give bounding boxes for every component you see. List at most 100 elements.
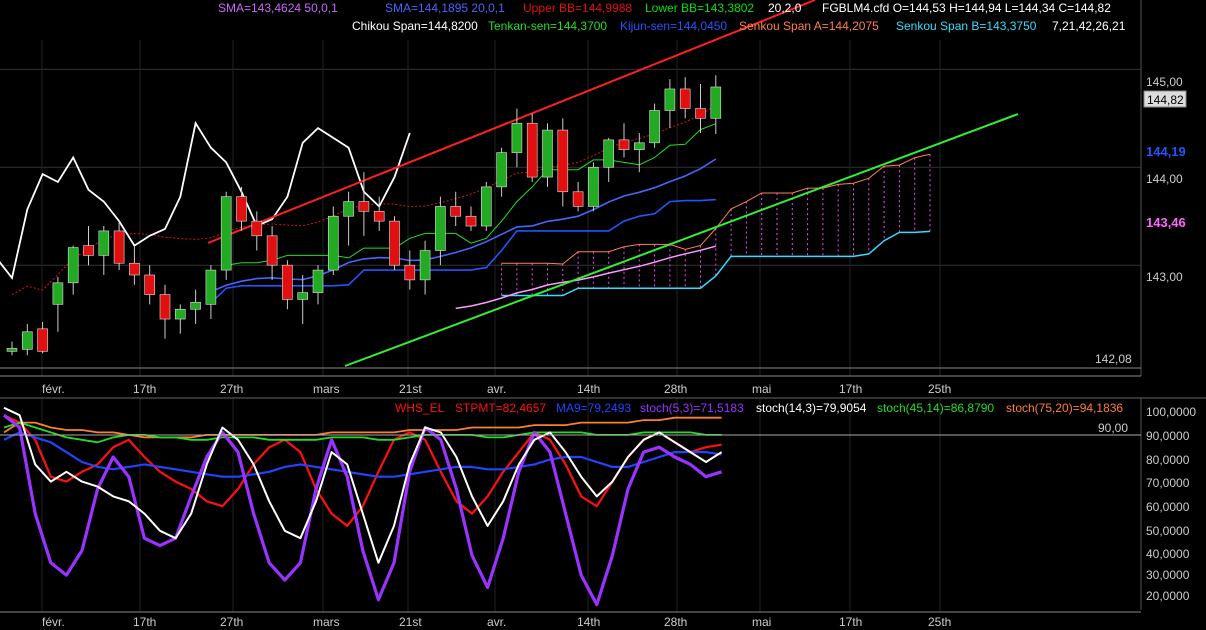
- price-tick-145: 145,00: [1146, 75, 1183, 89]
- x-label: mars: [313, 382, 340, 396]
- candle-down: [236, 196, 247, 222]
- osc-tick: 80,0000: [1146, 453, 1190, 467]
- legend-stpmt: STPMT=82,4657: [455, 401, 546, 415]
- legend-oscillator: WHS_EL STPMT=82,4657 MA9=79,2493 stoch(5…: [395, 401, 1123, 415]
- legend-bb-params: 20,2,0: [768, 1, 802, 15]
- candle-up: [312, 269, 324, 293]
- candle-down: [404, 264, 416, 281]
- legend-whs: WHS_EL: [395, 401, 445, 415]
- x-label: mai: [752, 382, 771, 396]
- osc-tick: 70,0000: [1146, 476, 1190, 490]
- x-label: 17th: [133, 382, 156, 396]
- candle-up: [511, 122, 523, 153]
- x-label: 17th: [839, 615, 862, 629]
- trading-chart[interactable]: 145,00 144,00 143,00 144,82 144,19 143,4…: [0, 0, 1206, 630]
- x-label: mai: [752, 615, 771, 629]
- candle-down: [450, 206, 462, 217]
- price-tick-143: 143,00: [1146, 270, 1183, 284]
- x-label: mars: [313, 615, 340, 629]
- osc-tick: 40,0000: [1146, 547, 1190, 561]
- candle-up: [480, 186, 492, 227]
- candle-up: [542, 129, 553, 178]
- candle-up: [67, 247, 79, 284]
- legend-stoch45: stoch(45,14)=86,8790: [877, 401, 994, 415]
- marker-magenta-label: 143,46: [1146, 215, 1186, 230]
- x-label: 28th: [664, 615, 687, 629]
- osc-tick: 50,0000: [1146, 524, 1190, 538]
- legend-second-row: Chikou Span=144,8200 Tenkan-sen=144,3700…: [352, 19, 1126, 33]
- legend-senkou-b: Senkou Span B=143,3750: [896, 19, 1037, 33]
- candle-up: [327, 215, 339, 271]
- osc-tick: 30,0000: [1146, 568, 1190, 582]
- x-label: 14th: [577, 615, 600, 629]
- x-label: avr.: [487, 382, 506, 396]
- candle-down: [465, 215, 477, 227]
- candle-up: [633, 142, 645, 150]
- osc-level-label: 90,00: [1098, 421, 1128, 435]
- x-label: 28th: [664, 382, 687, 396]
- x-label: févr.: [42, 382, 65, 396]
- candle-up: [175, 308, 186, 320]
- candle-up: [419, 250, 431, 281]
- x-label: 21st: [399, 382, 422, 396]
- candle-down: [113, 230, 125, 264]
- marker-blue-label: 144,19: [1146, 144, 1186, 159]
- candle-down: [282, 264, 293, 300]
- candle-down: [159, 294, 171, 320]
- candle-down: [618, 139, 630, 150]
- osc-tick: 20,0000: [1146, 589, 1190, 603]
- candle-up: [6, 348, 18, 352]
- candle-up: [343, 201, 354, 217]
- x-label: 17th: [133, 615, 156, 629]
- legend-stoch75: stoch(75,20)=94,1836: [1006, 401, 1123, 415]
- legend-chikou: Chikou Span=144,8200: [352, 19, 478, 33]
- candle-down: [266, 235, 278, 266]
- candle-down: [358, 201, 370, 212]
- candle-up: [435, 206, 446, 251]
- candle-up: [21, 331, 33, 350]
- osc-tick: 60,0000: [1146, 500, 1190, 514]
- candle-down: [679, 88, 691, 109]
- legend-ichimoku-params: 7,21,42,26,21: [1052, 19, 1126, 33]
- x-label: 21st: [399, 615, 422, 629]
- candle-down: [144, 274, 155, 295]
- candle-down: [557, 129, 569, 193]
- x-label: 27th: [220, 615, 243, 629]
- legend-sma20: SMA=144,1895 20,0,1: [385, 1, 505, 15]
- candle-down: [129, 262, 140, 276]
- candle-down: [572, 191, 584, 207]
- x-label: 25th: [928, 382, 951, 396]
- legend-stoch5: stoch(5,3)=71,5183: [640, 401, 744, 415]
- price-tick-144: 144,00: [1146, 172, 1183, 186]
- x-label: 25th: [928, 615, 951, 629]
- x-label: 27th: [220, 382, 243, 396]
- candle-down: [389, 220, 400, 266]
- candle-up: [710, 86, 722, 119]
- candle-down: [526, 122, 538, 178]
- candle-up: [588, 166, 599, 207]
- legend-tenkan: Tenkan-sen=144,3700: [488, 19, 607, 33]
- x-label: 17th: [839, 382, 862, 396]
- candle-up: [664, 88, 676, 111]
- candle-down: [373, 211, 385, 222]
- candle-up: [220, 196, 232, 271]
- candle-down: [251, 220, 263, 237]
- candle-down: [83, 245, 94, 256]
- candle-up: [496, 152, 507, 188]
- candle-up: [297, 292, 309, 300]
- legend-kijun: Kijun-sen=144,0450: [620, 19, 727, 33]
- x-label: 14th: [577, 382, 600, 396]
- last-price-label: 144,82: [1147, 93, 1184, 107]
- legend-sma50: SMA=143,4624 50,0,1: [218, 1, 338, 15]
- osc-tick: 100,0000: [1146, 405, 1196, 419]
- legend-upper-bb: Upper BB=144,9988: [523, 1, 632, 15]
- low-price-label: 142,08: [1095, 352, 1132, 366]
- candle-up: [649, 110, 660, 144]
- candle-up: [190, 302, 201, 310]
- legend-lower-bb: Lower BB=143,3802: [645, 1, 754, 15]
- candle-down: [37, 328, 48, 352]
- candle-up: [603, 139, 615, 168]
- candle-up: [52, 282, 64, 305]
- legend-senkou-a: Senkou Span A=144,2075: [739, 19, 879, 33]
- candle-up: [98, 230, 110, 256]
